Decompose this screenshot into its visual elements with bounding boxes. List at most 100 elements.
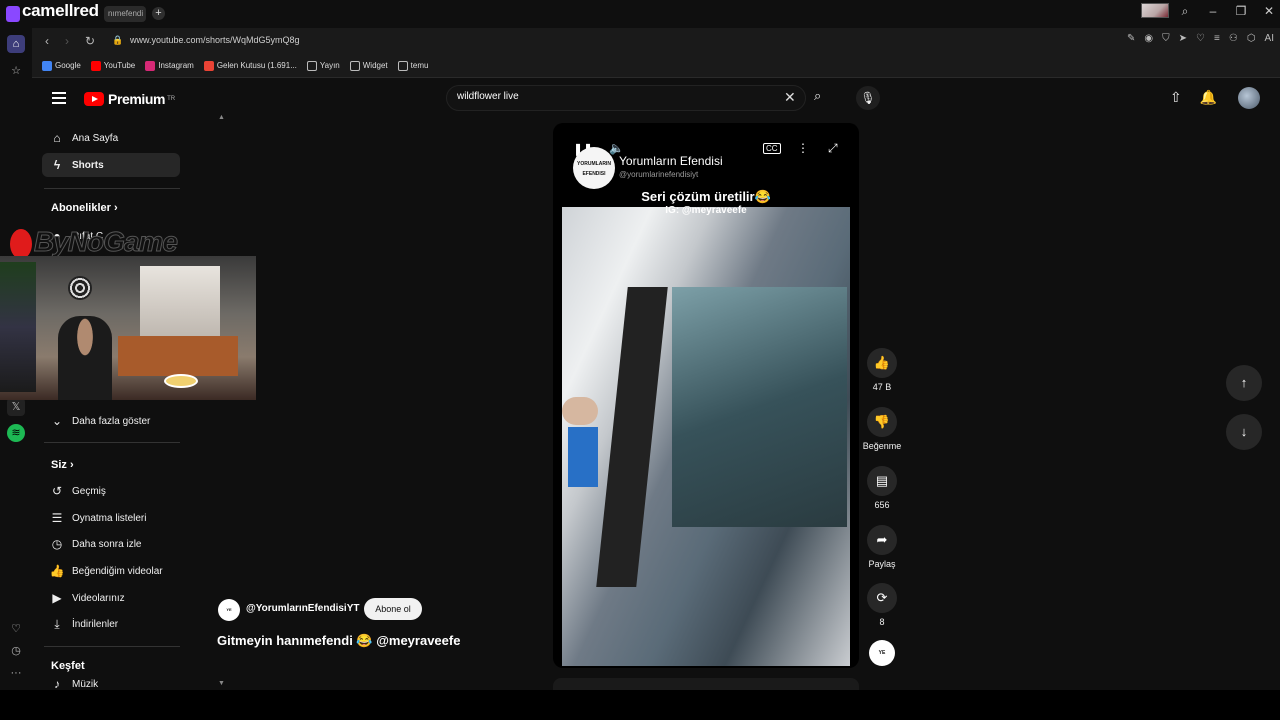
next-short-button[interactable]: ↓ [1226,414,1262,450]
bookmark-item[interactable]: Yayın [306,60,340,71]
remix-action[interactable]: ⟳ 8 [858,583,906,627]
dislike-action[interactable]: 👎 Beğenme [858,407,906,451]
search-input[interactable]: wildflower live [446,85,806,111]
bookmark-label: Yayın [319,61,340,70]
sidebar-item-liked[interactable]: 👍 Beğendiğim videolar [42,559,180,583]
back-icon[interactable]: ‹ [40,34,54,48]
video-frame[interactable] [562,207,850,666]
bookmark-item[interactable]: Instagram [145,60,194,71]
comment-icon[interactable]: ▤ [867,466,897,496]
more-options-icon[interactable]: ⋮ [797,141,809,155]
taskbar-area [0,690,1280,720]
sidebar-item-label: Oynatma listeleri [72,512,147,524]
meta-channel-name[interactable]: @YorumlarınEfendisiYT [246,603,359,614]
restore-icon[interactable]: ❐ [1234,4,1248,19]
download-icon: ⤓ [54,616,60,631]
shorts-player[interactable]: ❚❚ 🔈 CC ⋮ ⤢ YORUMLARIN EFENDISI Yorumlar… [553,123,859,668]
bookmark-item[interactable]: Google [42,60,81,71]
music-icon: ♪ [54,677,60,691]
sound-action[interactable]: YE [858,640,906,666]
sidebar-item-history[interactable]: ↺ Geçmiş [42,479,180,503]
home-icon: ⌂ [53,131,61,145]
divider [44,188,180,189]
you-header[interactable]: Siz › [51,459,74,471]
x-icon[interactable]: 𝕏 [7,398,25,416]
sidebar-item-watch-later[interactable]: ◷ Daha sonra izle [42,532,180,556]
shield-icon[interactable]: ⛉ [1162,33,1170,44]
volume-icon[interactable]: 🔈 [609,141,624,155]
sidebar-item-shorts[interactable]: ϟ Shorts [42,153,180,177]
webcam-overlay [0,256,256,400]
cube-icon[interactable]: ⬡ [1247,33,1256,44]
video-icon: ▶ [52,591,62,605]
webcam-shelf [0,262,36,392]
more-icon[interactable]: ··· [7,664,25,682]
subscribe-button[interactable]: Abone ol [364,598,422,620]
sidebar-item-home[interactable]: ⌂ Ana Sayfa [42,126,180,150]
bookmark-item[interactable]: Gelen Kutusu (1.691... [203,60,297,71]
like-count: 47 B [872,382,892,392]
ai-button[interactable]: AI [1265,33,1274,44]
video-caption-line1: Seri çözüm üretilir😂 [641,189,771,204]
dislike-label: Beğenme [862,441,902,451]
sidebar-item-label: Geçmiş [72,485,106,497]
menu-icon[interactable]: ≡ [1214,33,1220,44]
comments-action[interactable]: ▤ 656 [858,466,906,510]
bookmark-item[interactable]: YouTube [90,60,135,71]
scroll-up-icon[interactable]: ▲ [218,114,225,121]
window-thumbnail [1141,3,1169,18]
new-tab-button[interactable]: + [152,7,165,20]
forward-icon[interactable]: › [60,34,74,48]
clock-icon[interactable]: ◷ [7,642,25,660]
send-icon[interactable]: ➤ [1179,33,1187,44]
upload-icon[interactable]: ⇧ [1170,89,1182,106]
clear-search-icon[interactable]: ✕ [784,89,796,106]
video-caption-line2: IG: @meyraveefe [665,205,747,216]
reload-icon[interactable]: ↻ [83,34,97,48]
bookmark-item[interactable]: temu [397,60,428,71]
next-short-preview[interactable] [553,678,859,690]
sidebar-item-your-videos[interactable]: ▶ Videolarınız [42,586,180,610]
playlist-icon: ☰ [51,511,63,525]
edit-icon[interactable]: ✎ [1127,33,1135,44]
menu-icon[interactable] [52,92,66,104]
close-icon[interactable]: ✕ [1262,4,1276,19]
profile-icon[interactable]: ⚇ [1229,33,1238,44]
captions-button[interactable]: CC [763,143,781,154]
microphone-icon[interactable]: 🎙 [856,86,880,110]
stream-logo-overlay: ByNoGame [10,226,178,259]
scroll-down-icon[interactable]: ▼ [218,680,225,687]
channel-handle: @yorumlarinefendisiyt [619,170,699,179]
camera-icon[interactable]: ◉ [1144,33,1153,44]
search-icon[interactable]: ⌕ [1178,4,1192,19]
heart-icon[interactable]: ♡ [7,620,25,638]
avatar[interactable] [1238,87,1260,109]
sound-thumbnail[interactable]: YE [869,640,895,666]
previous-short-button[interactable]: ↑ [1226,365,1262,401]
bell-icon[interactable]: 🔔 [1200,89,1217,106]
minimize-icon[interactable]: – [1206,4,1220,19]
sidebar-item-playlists[interactable]: ☰ Oynatma listeleri [42,506,180,530]
heart-icon[interactable]: ♡ [1196,33,1205,44]
subscriptions-header[interactable]: Abonelikler › [51,202,118,214]
fullscreen-icon[interactable]: ⤢ [828,141,838,156]
youtube-logo[interactable]: Premium TR [84,91,175,107]
sidebar-item-label: İndirilenler [72,618,119,630]
show-more-button[interactable]: ⌄ Daha fazla göster [42,409,180,433]
thumbs-down-icon[interactable]: 👎 [867,407,897,437]
sidebar-item-downloads[interactable]: ⤓ İndirilenler [42,612,180,636]
share-action[interactable]: ➦ Paylaş [858,525,906,569]
home-icon[interactable]: ⌂ [7,35,25,53]
search-icon[interactable]: ⌕ [814,88,834,108]
address-bar[interactable]: www.youtube.com/shorts/WqMdG5ymQ8g [130,35,300,45]
like-action[interactable]: 👍 47 B [858,348,906,392]
sidebar-item-label: Daha fazla göster [72,415,151,427]
bookmark-item[interactable]: Widget [349,60,388,71]
thumbs-up-icon[interactable]: 👍 [867,348,897,378]
browser-tab[interactable]: nımefendi [104,6,146,22]
remix-icon[interactable]: ⟳ [867,583,897,613]
share-icon[interactable]: ➦ [867,525,897,555]
spotify-icon[interactable]: ≋ [7,424,25,442]
star-icon[interactable]: ☆ [7,62,25,80]
channel-avatar[interactable]: YE [218,599,240,621]
